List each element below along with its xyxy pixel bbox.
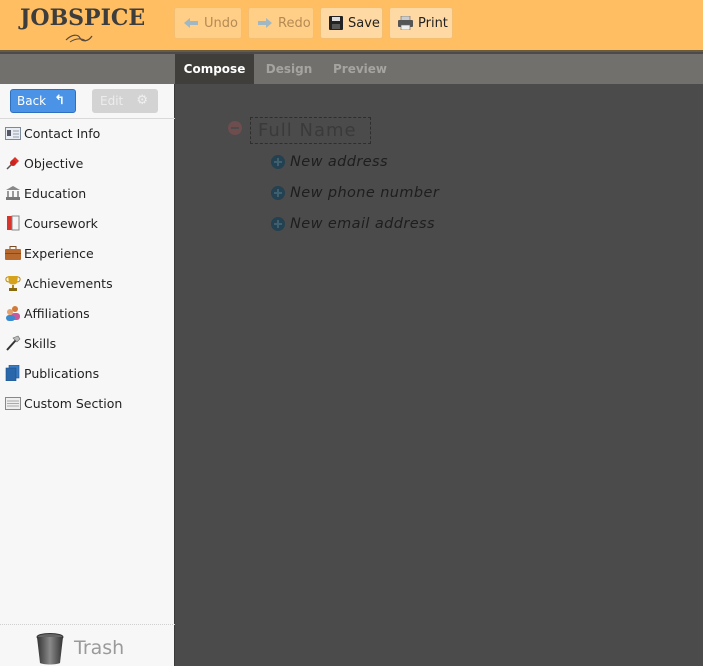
sidebar-item-achievements[interactable]: Achievements (0, 268, 175, 298)
undo-arrow-icon (184, 18, 198, 28)
add-phone-button[interactable]: New phone number (271, 183, 439, 203)
printer-icon (398, 16, 413, 30)
save-button[interactable]: Save (320, 7, 383, 39)
add-email-label: New email address (290, 216, 435, 232)
sidebar-item-label: Achievements (24, 275, 113, 291)
sidebar-actions: Back ↰ Edit ⚙ (0, 84, 175, 119)
sidebar-item-label: Custom Section (24, 395, 123, 411)
plus-circle-icon (271, 217, 285, 231)
sidebar-item-contact-info[interactable]: Contact Info (0, 118, 175, 148)
top-toolbar: JOBSPICE Undo Redo Save Print (0, 0, 703, 52)
trash-dropzone[interactable]: Trash (0, 624, 175, 666)
contact-card-icon (5, 125, 21, 141)
back-arrow-icon: ↰ (54, 93, 65, 108)
sidebar-item-education[interactable]: Education (0, 178, 175, 208)
print-label: Print (418, 15, 448, 31)
back-label: Back (17, 94, 47, 108)
tab-bar: Compose Design Preview (175, 54, 703, 84)
pushpin-icon (5, 155, 21, 171)
trophy-icon (5, 275, 21, 291)
sidebar-item-label: Education (24, 185, 87, 201)
plus-circle-icon (271, 155, 285, 169)
trash-label: Trash (74, 637, 125, 659)
trash-can-icon (36, 633, 64, 665)
sidebar-item-label: Objective (24, 155, 84, 171)
full-name-field[interactable]: Full Name (250, 117, 371, 144)
sidebar-item-label: Skills (24, 335, 57, 351)
hammer-icon (5, 335, 21, 351)
undo-label: Undo (204, 15, 238, 31)
redo-arrow-icon (258, 18, 272, 28)
print-button[interactable]: Print (389, 7, 453, 39)
jobspice-logo[interactable]: JOBSPICE (20, 4, 146, 44)
sidebar-item-coursework[interactable]: Coursework (0, 208, 175, 238)
back-button[interactable]: Back ↰ (10, 89, 76, 113)
save-label: Save (348, 15, 380, 31)
book-icon (5, 215, 21, 231)
sidebar-item-skills[interactable]: Skills (0, 328, 175, 358)
compose-canvas: Full Name New address New phone number N… (175, 84, 703, 666)
sidebar: Back ↰ Edit ⚙ Contact Info Objective Edu… (0, 54, 175, 666)
floppy-disk-icon (329, 16, 343, 30)
books-icon (5, 365, 21, 381)
sidebar-item-label: Publications (24, 365, 100, 381)
sidebar-item-label: Experience (24, 245, 94, 261)
tab-design[interactable]: Design (254, 54, 324, 84)
edit-button[interactable]: Edit ⚙ (92, 89, 158, 113)
tab-preview[interactable]: Preview (324, 54, 396, 84)
section-list: Contact Info Objective Education Coursew… (0, 118, 175, 418)
bank-building-icon (5, 185, 21, 201)
briefcase-icon (5, 245, 21, 261)
sidebar-item-label: Coursework (24, 215, 98, 231)
logo-text: JOBSPICE (20, 5, 146, 31)
remove-section-icon[interactable] (228, 121, 242, 135)
add-email-button[interactable]: New email address (271, 214, 435, 234)
add-address-button[interactable]: New address (271, 152, 388, 172)
undo-button[interactable]: Undo (174, 7, 242, 39)
sidebar-item-objective[interactable]: Objective (0, 148, 175, 178)
sidebar-header-strip (0, 54, 175, 84)
sidebar-item-publications[interactable]: Publications (0, 358, 175, 388)
gear-icon: ⚙ (136, 93, 148, 108)
logo-flourish-icon (65, 34, 93, 43)
sidebar-item-affiliations[interactable]: Affiliations (0, 298, 175, 328)
sidebar-item-experience[interactable]: Experience (0, 238, 175, 268)
redo-label: Redo (278, 15, 311, 31)
add-phone-label: New phone number (290, 185, 440, 201)
edit-label: Edit (100, 94, 124, 108)
plus-circle-icon (271, 186, 285, 200)
custom-section-icon (5, 395, 21, 411)
redo-button[interactable]: Redo (248, 7, 314, 39)
people-icon (5, 305, 21, 321)
sidebar-item-custom-section[interactable]: Custom Section (0, 388, 175, 418)
add-address-label: New address (290, 154, 388, 170)
tab-compose[interactable]: Compose (175, 54, 254, 84)
sidebar-item-label: Affiliations (24, 305, 90, 321)
sidebar-item-label: Contact Info (24, 125, 101, 141)
